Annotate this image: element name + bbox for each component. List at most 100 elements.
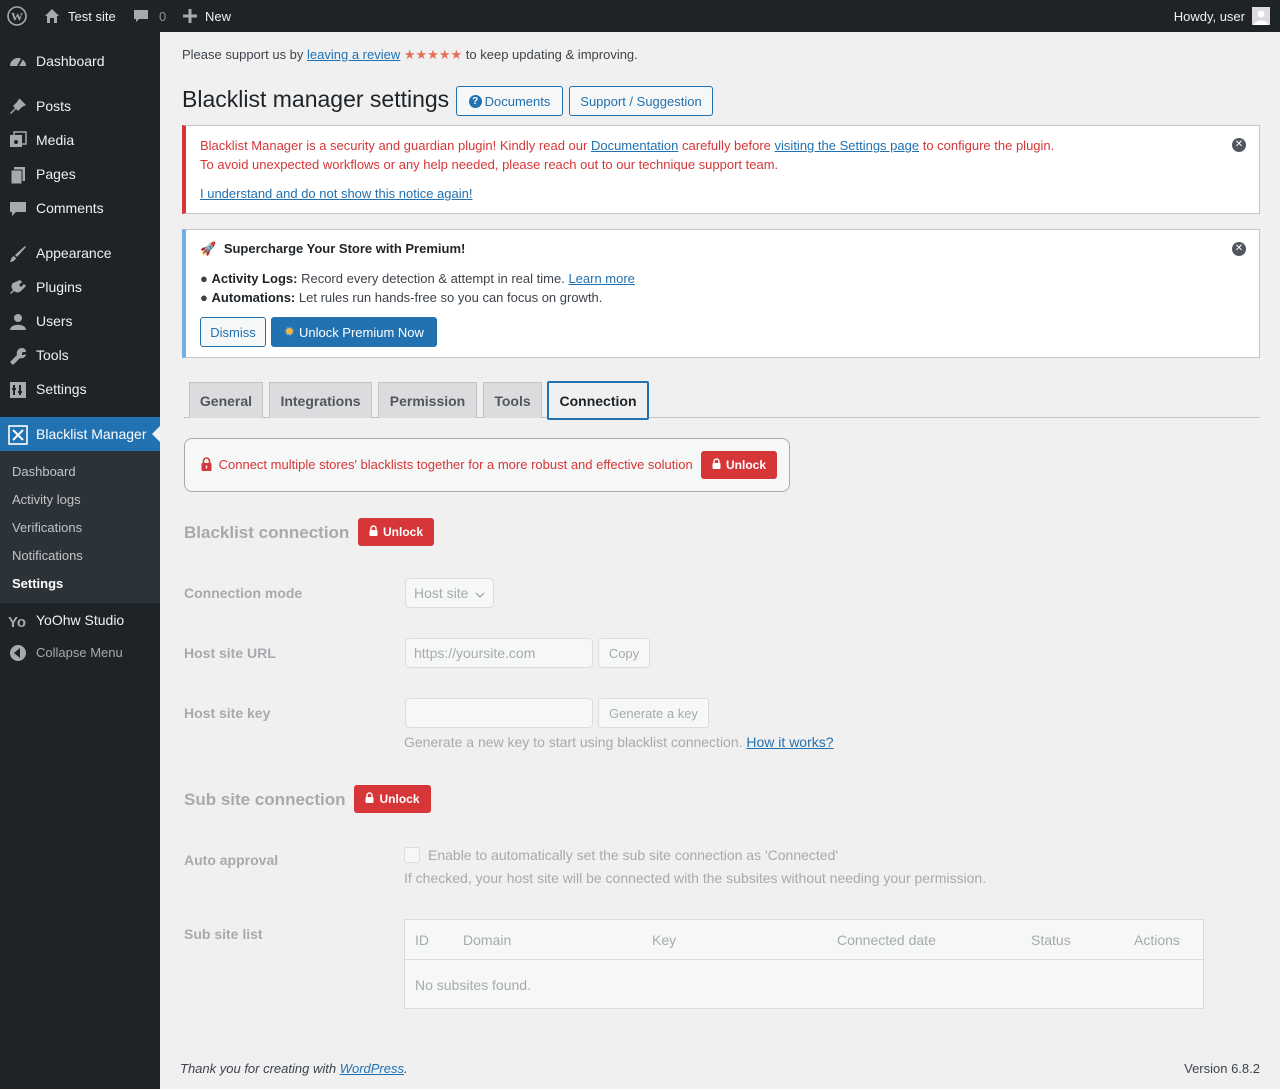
notice-text: Blacklist Manager is a security and guar…: [200, 138, 588, 153]
documentation-link[interactable]: Documentation: [591, 138, 678, 153]
unlock-label: Unlock: [725, 458, 766, 472]
dismiss-notice-link[interactable]: I understand and do not show this notice…: [200, 186, 472, 201]
column-domain: Domain: [463, 932, 512, 948]
host-site-key-label: Host site key: [184, 705, 271, 721]
svg-text:W: W: [11, 10, 23, 24]
column-key: Key: [652, 932, 677, 948]
wrench-icon: [8, 346, 28, 366]
lock-icon: [365, 792, 374, 806]
tab-integrations[interactable]: Integrations: [269, 382, 372, 418]
banner-unlock-button[interactable]: Unlock: [701, 451, 777, 479]
host-site-url-label: Host site URL: [184, 645, 276, 661]
sidebar-item-blacklist-manager[interactable]: Blacklist Manager: [0, 417, 160, 451]
sidebar-item-label: Media: [36, 132, 75, 148]
close-icon[interactable]: ✕: [1232, 242, 1246, 256]
sub-site-connection-unlock-button[interactable]: Unlock: [354, 785, 431, 813]
sidebar-item-plugins[interactable]: Plugins: [0, 270, 160, 304]
media-icon: [8, 131, 28, 151]
unlock-label: Unlock: [382, 525, 423, 539]
support-button[interactable]: Support / Suggestion: [569, 86, 713, 116]
sidebar-item-pages[interactable]: Pages: [0, 157, 160, 191]
blacklist-connection-unlock-button[interactable]: Unlock: [358, 518, 434, 546]
documents-button[interactable]: ? Documents: [456, 86, 563, 116]
sidebar-item-media[interactable]: Media: [0, 123, 160, 157]
sidebar-item-label: Blacklist Manager: [36, 426, 147, 442]
blacklist-connection-title: Blacklist connection: [184, 523, 350, 542]
dismiss-button[interactable]: Dismiss: [200, 317, 266, 347]
sidebar-item-comments[interactable]: Comments: [0, 191, 160, 225]
tab-connection[interactable]: Connection: [547, 381, 649, 420]
tab-permission[interactable]: Permission: [378, 382, 477, 418]
tab-general[interactable]: General: [189, 382, 263, 418]
site-name: Test site: [68, 8, 116, 24]
connection-mode-value: Host site: [414, 585, 469, 601]
new-content-link[interactable]: New: [183, 0, 231, 32]
host-site-url-input[interactable]: https://yoursite.com: [405, 638, 593, 668]
copy-button[interactable]: Copy: [598, 638, 650, 668]
submenu-settings[interactable]: Settings: [12, 576, 63, 591]
page-title: Blacklist manager settings: [182, 86, 450, 112]
banner-text-row: Connect multiple stores' blacklists toge…: [201, 457, 693, 474]
auto-approval-label: Auto approval: [184, 852, 279, 868]
sidebar-item-users[interactable]: Users: [0, 304, 160, 338]
collapse-menu-button[interactable]: Collapse Menu: [0, 635, 160, 669]
pin-icon: [8, 97, 28, 117]
connection-mode-label: Connection mode: [184, 585, 303, 601]
comments-count: 0: [159, 8, 167, 24]
submenu-notifications[interactable]: Notifications: [12, 548, 83, 563]
dashboard-icon: [8, 52, 28, 72]
question-icon: ?: [468, 94, 482, 108]
pages-icon: [8, 165, 28, 185]
generate-key-button[interactable]: Generate a key: [598, 698, 709, 728]
site-home-link[interactable]: Test site: [44, 0, 116, 32]
how-it-works-link[interactable]: How it works?: [746, 734, 833, 750]
settings-page-link[interactable]: visiting the Settings page: [775, 138, 920, 153]
submenu-verifications[interactable]: Verifications: [12, 520, 82, 535]
sidebar-item-yoohw-studio[interactable]: Yo YoOhw Studio: [0, 603, 160, 637]
unlock-premium-label: Unlock Premium Now: [298, 324, 424, 340]
sparkle-icon: ✹: [284, 324, 295, 339]
notice-text: carefully before: [682, 138, 771, 153]
comments-link[interactable]: 0: [133, 0, 166, 32]
wordpress-logo-icon[interactable]: W: [7, 0, 27, 32]
sidebar-item-appearance[interactable]: Appearance: [0, 236, 160, 270]
review-text-before: Please support us by: [182, 47, 304, 62]
tab-tools[interactable]: Tools: [483, 382, 542, 418]
brush-icon: [8, 244, 28, 264]
close-icon[interactable]: ✕: [1232, 138, 1246, 152]
auto-approval-checkbox[interactable]: [404, 847, 420, 863]
sub-site-table: ID Domain Key Connected date Status Acti…: [404, 919, 1204, 1009]
bullet-text: Record every detection & attempt in real…: [301, 271, 565, 286]
submenu-activity-logs[interactable]: Activity logs: [12, 492, 81, 507]
lock-icon: [712, 458, 721, 472]
lock-icon: [201, 457, 212, 474]
my-account-link[interactable]: Howdy, user: [1174, 0, 1270, 32]
plugin-icon: [8, 278, 28, 298]
unlock-premium-button[interactable]: ✹ Unlock Premium Now: [271, 317, 437, 347]
sidebar-item-posts[interactable]: Posts: [0, 89, 160, 123]
learn-more-link[interactable]: Learn more: [568, 271, 634, 286]
premium-title-row: 🚀 Supercharge Your Store with Premium!: [200, 241, 465, 257]
avatar: [1252, 7, 1270, 25]
blacklist-submenu: Dashboard Activity logs Verifications No…: [0, 451, 160, 603]
comment-bubble-icon: [133, 8, 149, 24]
plus-icon: [183, 9, 197, 23]
notice-line-2: To avoid unexpected workflows or any hel…: [200, 157, 779, 172]
sidebar-item-settings[interactable]: Settings: [0, 372, 160, 406]
connection-mode-select[interactable]: Host site: [405, 578, 494, 608]
sidebar-item-dashboard[interactable]: Dashboard: [0, 44, 160, 78]
documents-button-label: Documents: [484, 93, 551, 109]
review-link[interactable]: leaving a review: [307, 47, 400, 62]
wordpress-link[interactable]: WordPress: [340, 1061, 404, 1076]
sidebar-item-tools[interactable]: Tools: [0, 338, 160, 372]
column-connected-date: Connected date: [837, 932, 936, 948]
host-site-key-input[interactable]: [405, 698, 593, 728]
column-id: ID: [415, 932, 429, 948]
footer-version: Version 6.8.2: [1184, 1061, 1260, 1076]
submenu-dashboard[interactable]: Dashboard: [12, 464, 76, 479]
review-stars: ★★★★★: [403, 47, 463, 62]
column-actions: Actions: [1134, 932, 1180, 948]
review-bar: Please support us by leaving a review ★★…: [182, 47, 638, 63]
sidebar-item-label: Dashboard: [36, 53, 105, 69]
new-label: New: [205, 8, 232, 24]
